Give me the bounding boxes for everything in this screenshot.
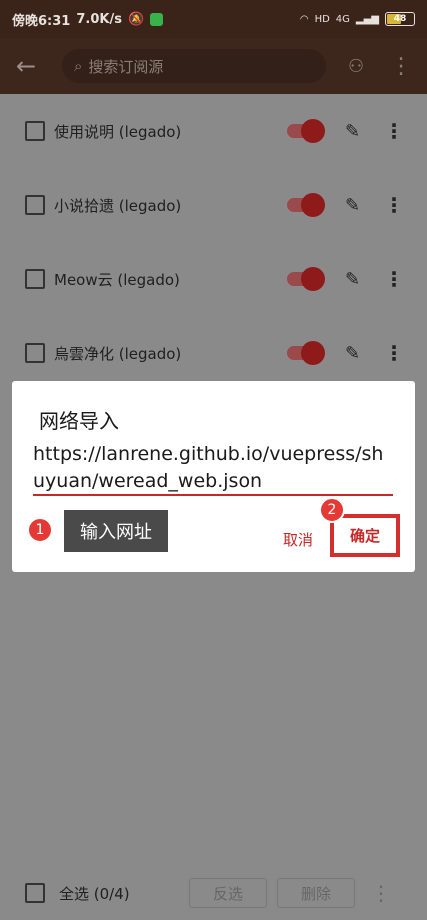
toggle-knob [301,193,325,217]
item-label: 烏雲净化 (legado) [54,344,182,363]
dialog-title: 网络导入 [39,409,119,433]
step-badge-1: 1 [27,517,53,543]
toolbar: ← ⌕ 搜索订阅源 ⚇ ⋮ [0,38,427,94]
step-1-tooltip: 输入网址 [64,510,168,552]
toggle-knob [301,119,325,143]
network-label: 4G [335,13,350,25]
more-vertical-icon[interactable]: ⋮ [390,54,412,79]
more-vertical-icon[interactable]: ⋮ [384,119,404,143]
more-vertical-icon[interactable]: ⋮ [384,267,404,291]
status-bar: 傍晚6:31 7.0K/s 🔕 ◠ HD 4G ▂▄▆ 48 [0,0,427,38]
item-label: Meow云 (legado) [54,270,180,289]
wifi-icon: ◠ [299,13,309,25]
edit-icon[interactable]: ✎ [345,121,360,142]
signal-icon: ▂▄▆ [355,13,379,25]
delete-button[interactable]: 删除 [277,878,355,908]
item-checkbox[interactable] [25,269,45,289]
item-checkbox[interactable] [25,343,45,363]
status-time: 傍晚6:31 [12,13,71,29]
status-speed: 7.0K/s [76,11,122,27]
enable-toggle[interactable] [287,119,325,143]
item-checkbox[interactable] [25,195,45,215]
list-item[interactable]: 小说拾遗 (legado) ✎ ⋮ [0,168,427,242]
item-label: 小说拾遗 (legado) [54,196,182,215]
search-input[interactable]: ⌕ 搜索订阅源 [62,49,326,83]
subscription-list: 使用说明 (legado) ✎ ⋮ 小说拾遗 (legado) ✎ ⋮ Meow… [0,94,427,390]
bottom-bar: 全选 (0/4) 反选 删除 ⋮ [0,866,427,920]
edit-icon[interactable]: ✎ [345,269,360,290]
select-all-label: 全选 (0/4) [59,884,130,903]
search-icon: ⌕ [74,57,83,75]
more-vertical-icon[interactable]: ⋮ [371,881,391,905]
arrow-left-icon[interactable]: ← [0,52,52,80]
item-label: 使用说明 (legado) [54,122,182,141]
url-input[interactable]: https://lanrene.github.io/vuepress/shuyu… [33,441,393,495]
battery-icon: 48 [385,12,415,26]
confirm-highlight: 确定 [330,514,400,557]
edit-icon[interactable]: ✎ [345,195,360,216]
hd-icon: HD [314,13,330,25]
toggle-knob [301,267,325,291]
confirm-button[interactable]: 确定 [350,525,380,546]
enable-toggle[interactable] [287,193,325,217]
invert-selection-button[interactable]: 反选 [189,878,267,908]
list-item[interactable]: 烏雲净化 (legado) ✎ ⋮ [0,316,427,390]
more-vertical-icon[interactable]: ⋮ [384,341,404,365]
edit-icon[interactable]: ✎ [345,343,360,364]
battery-level: 48 [393,14,407,24]
select-all-checkbox[interactable] [25,883,45,903]
item-checkbox[interactable] [25,121,45,141]
list-item[interactable]: 使用说明 (legado) ✎ ⋮ [0,94,427,168]
group-icon[interactable]: ⚇ [348,56,364,77]
step-badge-2: 2 [319,497,345,523]
toggle-knob [301,341,325,365]
list-item[interactable]: Meow云 (legado) ✎ ⋮ [0,242,427,316]
input-underline [33,494,393,496]
cancel-button[interactable]: 取消 [283,529,313,550]
mute-icon: 🔕 [127,11,145,27]
enable-toggle[interactable] [287,341,325,365]
more-vertical-icon[interactable]: ⋮ [384,193,404,217]
search-placeholder: 搜索订阅源 [88,57,164,76]
wechat-icon [150,12,164,26]
enable-toggle[interactable] [287,267,325,291]
